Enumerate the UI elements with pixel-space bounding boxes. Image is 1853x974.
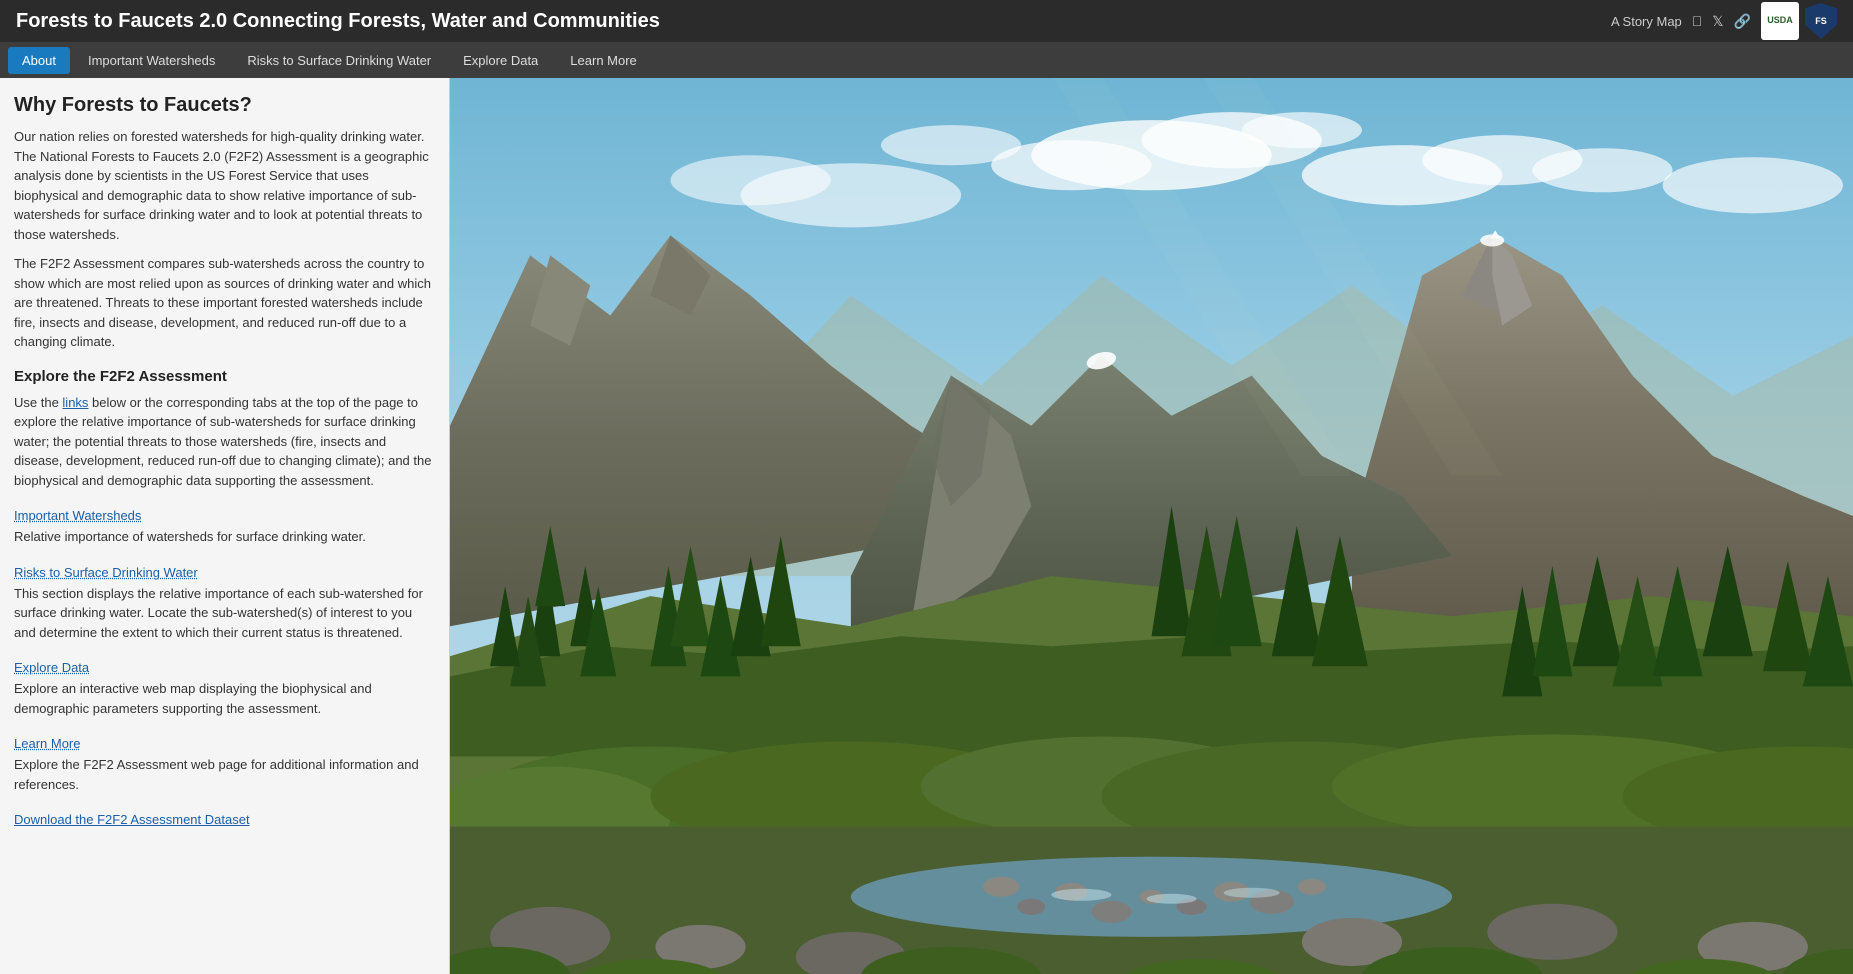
link1-title[interactable]: Important Watersheds [14, 508, 141, 523]
usda-badge: USDA [1761, 2, 1799, 40]
nav-bar: About Important Watersheds Risks to Surf… [0, 42, 1853, 78]
tab-about[interactable]: About [8, 47, 70, 74]
link3-desc: Explore an interactive web map displayin… [14, 679, 435, 718]
main-content: Why Forests to Faucets? Our nation relie… [0, 78, 1853, 974]
tab-learn-more[interactable]: Learn More [556, 47, 650, 74]
link1-block: Important Watersheds Relative importance… [14, 500, 435, 547]
link4-block: Learn More Explore the F2F2 Assessment w… [14, 728, 435, 794]
facebook-icon[interactable]:  [1692, 13, 1703, 29]
link-icon[interactable]: 🔗 [1734, 13, 1751, 30]
fs-shield-badge: FS [1805, 3, 1837, 39]
panel-para2: The F2F2 Assessment compares sub-watersh… [14, 254, 435, 352]
link2-title[interactable]: Risks to Surface Drinking Water [14, 565, 198, 580]
links-inline[interactable]: links [62, 395, 88, 410]
landscape-svg [450, 78, 1853, 974]
landscape-panel [450, 78, 1853, 974]
left-panel[interactable]: Why Forests to Faucets? Our nation relie… [0, 78, 450, 974]
app-title: Forests to Faucets 2.0 Connecting Forest… [16, 10, 660, 33]
link4-desc: Explore the F2F2 Assessment web page for… [14, 755, 435, 794]
tab-explore-data[interactable]: Explore Data [449, 47, 552, 74]
link2-block: Risks to Surface Drinking Water This sec… [14, 557, 435, 643]
usda-logo: USDA FS [1761, 2, 1837, 40]
explore-para: Use the links below or the corresponding… [14, 393, 435, 491]
landscape-background [450, 78, 1853, 974]
twitter-icon[interactable]: 𝕏 [1712, 13, 1723, 30]
link3-title[interactable]: Explore Data [14, 660, 89, 675]
link1-desc: Relative importance of watersheds for su… [14, 527, 435, 547]
tab-important-watersheds[interactable]: Important Watersheds [74, 47, 229, 74]
header-right: A Story Map  𝕏 🔗 USDA FS [1611, 2, 1837, 40]
link2-desc: This section displays the relative impor… [14, 584, 435, 643]
panel-para1: Our nation relies on forested watersheds… [14, 127, 435, 244]
story-map-label: A Story Map [1611, 14, 1682, 29]
link3-block: Explore Data Explore an interactive web … [14, 652, 435, 718]
explore-section-title: Explore the F2F2 Assessment [14, 368, 435, 385]
tab-risks[interactable]: Risks to Surface Drinking Water [233, 47, 445, 74]
download-link[interactable]: Download the F2F2 Assessment Dataset [14, 812, 250, 827]
link4-title[interactable]: Learn More [14, 736, 80, 751]
app-header: Forests to Faucets 2.0 Connecting Forest… [0, 0, 1853, 42]
panel-title: Why Forests to Faucets? [14, 94, 435, 117]
